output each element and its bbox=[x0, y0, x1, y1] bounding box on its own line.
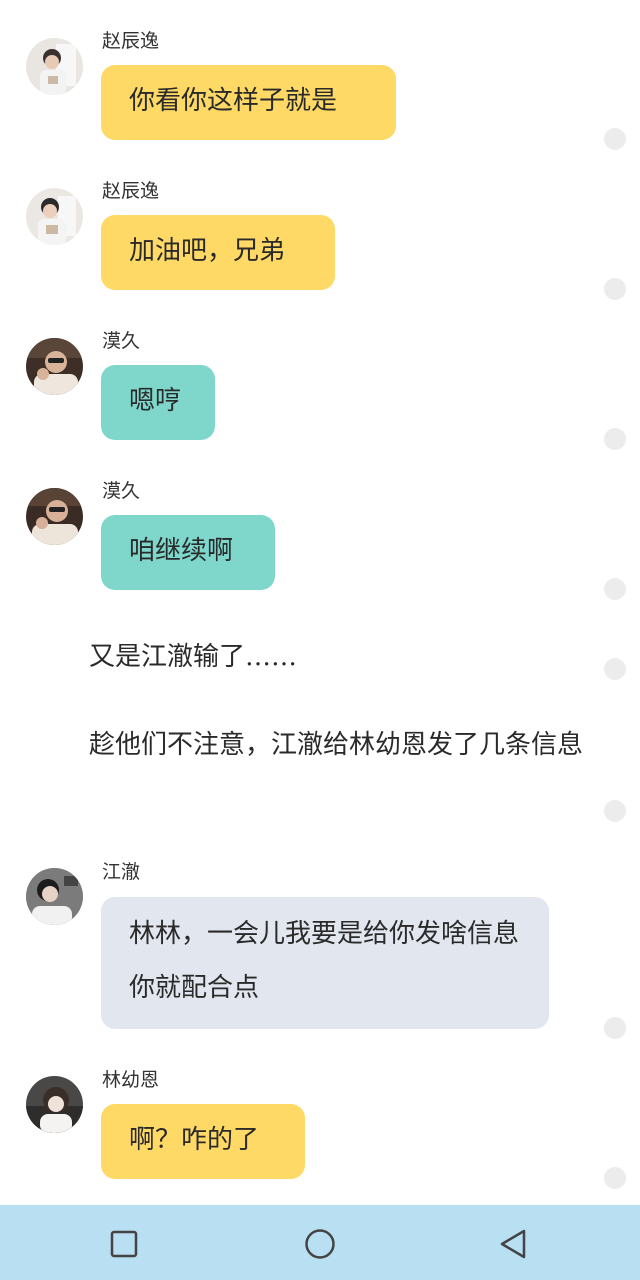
back-icon[interactable] bbox=[496, 1226, 532, 1262]
status-dot bbox=[604, 128, 626, 150]
status-dot bbox=[604, 278, 626, 300]
message-bubble[interactable]: 你看你这样子就是 bbox=[101, 65, 396, 140]
status-dot bbox=[604, 1017, 626, 1039]
recent-apps-icon[interactable] bbox=[106, 1226, 142, 1262]
narration-text: 又是江澈输了…… bbox=[89, 642, 298, 672]
avatar[interactable] bbox=[26, 1076, 83, 1133]
avatar[interactable] bbox=[26, 338, 83, 395]
status-dot bbox=[604, 1167, 626, 1189]
message-bubble[interactable]: 林林，一会儿我要是给你发啥信息你就配合点 bbox=[101, 897, 549, 1029]
status-dot bbox=[604, 658, 626, 680]
sender-name: 赵辰逸 bbox=[102, 180, 160, 202]
status-dot bbox=[604, 578, 626, 600]
sender-name: 江澈 bbox=[102, 861, 141, 883]
message-bubble[interactable]: 嗯哼 bbox=[101, 365, 215, 440]
avatar[interactable] bbox=[26, 868, 83, 925]
message-bubble[interactable]: 加油吧，兄弟 bbox=[101, 215, 335, 290]
sender-name: 赵辰逸 bbox=[102, 30, 160, 52]
navigation-bar bbox=[0, 1205, 640, 1280]
status-dot bbox=[604, 800, 626, 822]
avatar[interactable] bbox=[26, 38, 83, 95]
sender-name: 漠久 bbox=[102, 330, 141, 352]
status-dot bbox=[604, 428, 626, 450]
message-bubble[interactable]: 啊？咋的了 bbox=[101, 1104, 305, 1179]
sender-name: 林幼恩 bbox=[102, 1069, 160, 1091]
message-bubble[interactable]: 咱继续啊 bbox=[101, 515, 275, 590]
sender-name: 漠久 bbox=[102, 480, 141, 502]
home-icon[interactable] bbox=[302, 1226, 338, 1262]
avatar[interactable] bbox=[26, 188, 83, 245]
narration-text: 趁他们不注意，江澈给林幼恩发了几条信息 bbox=[89, 730, 584, 760]
avatar[interactable] bbox=[26, 488, 83, 545]
